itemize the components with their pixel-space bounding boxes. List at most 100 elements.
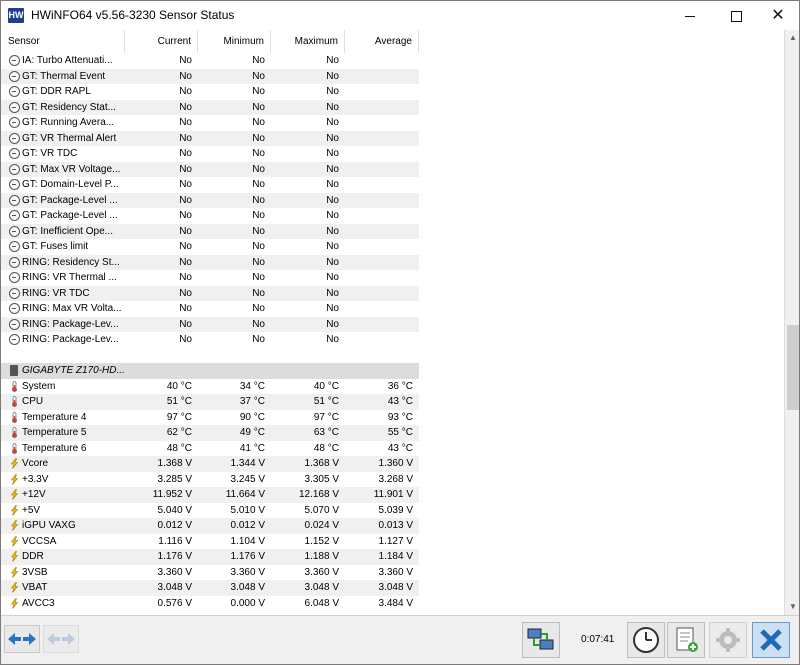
network-button[interactable] — [522, 622, 560, 658]
table-row[interactable]: Temperature 4 97 °C 90 °C 97 °C 93 °C — [1, 410, 419, 426]
maximize-button[interactable] — [715, 1, 757, 30]
table-row[interactable]: GT: VR Thermal Alert No No No — [1, 130, 419, 146]
sensor-name: RING: Residency St... — [22, 256, 120, 268]
column-header-current[interactable]: Current — [125, 30, 198, 53]
current-value: 48 °C — [166, 442, 192, 454]
minimize-button[interactable] — [669, 1, 711, 30]
table-row[interactable]: GT: Running Avera... No No No — [1, 115, 419, 131]
table-row[interactable]: GT: Domain-Level P... No No No — [1, 177, 419, 193]
average-value: 5.039 V — [378, 504, 413, 516]
table-row[interactable]: iGPU VAXG 0.012 V 0.012 V 0.024 V 0.013 V — [1, 518, 419, 534]
thermometer-icon — [12, 427, 17, 438]
maximum-value: No — [326, 163, 339, 175]
close-window-button[interactable]: ✕ — [757, 1, 799, 30]
table-row[interactable]: IA: Turbo Attenuati... No No No — [1, 53, 419, 69]
maximum-value: 0.024 V — [304, 520, 339, 531]
sensor-group-header[interactable]: GIGABYTE Z170-HD... — [1, 363, 419, 379]
current-value: No — [179, 318, 192, 330]
scroll-up-arrow-icon[interactable]: ▲ — [785, 30, 799, 46]
maximum-value: No — [326, 117, 339, 128]
maximum-value: 12.168 V — [298, 489, 339, 500]
table-row[interactable]: GT: Inefficient Ope... No No No — [1, 223, 419, 239]
table-row[interactable]: AVCC3 0.576 V 0.000 V 6.048 V 3.484 V — [1, 596, 419, 612]
minimum-value: No — [252, 287, 265, 299]
current-value: No — [179, 272, 192, 283]
maximum-value: 48 °C — [313, 442, 339, 454]
table-row[interactable]: RING: Package-Lev... No No No — [1, 332, 419, 348]
sensor-name: GT: Package-Level ... — [22, 194, 118, 206]
title-bar[interactable]: HW HWiNFO64 v5.56-3230 Sensor Status ✕ — [1, 1, 799, 30]
circle-minus-icon — [9, 241, 20, 252]
table-row[interactable]: DDR 1.176 V 1.176 V 1.188 V 1.184 V — [1, 549, 419, 565]
sensor-name: 3VSB — [22, 566, 48, 578]
maximum-value: 1.152 V — [304, 535, 339, 547]
maximum-value: No — [326, 86, 339, 97]
minimum-value: No — [252, 272, 265, 283]
next-sensor-button[interactable] — [43, 625, 79, 653]
maximum-value: 3.360 V — [304, 566, 339, 578]
table-row[interactable]: +12V 11.952 V 11.664 V 12.168 V 11.901 V — [1, 487, 419, 503]
table-row[interactable]: RING: Max VR Volta... No No No — [1, 301, 419, 317]
current-value: No — [179, 148, 192, 159]
table-row[interactable]: VBAT 3.048 V 3.048 V 3.048 V 3.048 V — [1, 580, 419, 596]
table-row[interactable]: VCCSA 1.116 V 1.104 V 1.152 V 1.127 V — [1, 534, 419, 550]
table-row[interactable]: GT: Fuses limit No No No — [1, 239, 419, 255]
table-row[interactable]: GT: Package-Level ... No No No — [1, 208, 419, 224]
table-row[interactable]: GT: DDR RAPL No No No — [1, 84, 419, 100]
column-header-average[interactable]: Average — [345, 30, 419, 53]
table-row[interactable]: RING: Residency St... No No No — [1, 254, 419, 270]
column-header-maximum[interactable]: Maximum — [271, 30, 345, 53]
maximum-value: No — [326, 256, 339, 268]
table-row[interactable]: GT: Package-Level ... No No No — [1, 192, 419, 208]
current-value: 11.952 V — [152, 489, 192, 500]
minimum-value: No — [252, 86, 265, 97]
table-row[interactable]: System 40 °C 34 °C 40 °C 36 °C — [1, 379, 419, 395]
sensor-group-name: GIGABYTE Z170-HD... — [22, 365, 125, 376]
table-row[interactable]: +5V 5.040 V 5.010 V 5.070 V 5.039 V — [1, 503, 419, 519]
scroll-down-arrow-icon[interactable]: ▼ — [785, 599, 799, 615]
add-log-icon — [676, 627, 698, 652]
average-value: 93 °C — [387, 411, 413, 423]
sensor-table[interactable]: Sensor Current Minimum Maximum Average I… — [1, 30, 784, 615]
table-row[interactable]: +3.3V 3.285 V 3.245 V 3.305 V 3.268 V — [1, 472, 419, 488]
column-header-sensor[interactable]: Sensor — [1, 30, 125, 53]
column-header-minimum[interactable]: Minimum — [198, 30, 271, 53]
average-value — [345, 115, 419, 131]
table-row[interactable]: Temperature 6 48 °C 41 °C 48 °C 43 °C — [1, 441, 419, 457]
table-row[interactable]: GT: VR TDC No No No — [1, 146, 419, 162]
previous-sensor-button[interactable] — [4, 625, 40, 653]
scrollbar-thumb[interactable] — [787, 325, 799, 410]
table-row[interactable]: Vcore 1.368 V 1.344 V 1.368 V 1.360 V — [1, 456, 419, 472]
minimum-value: No — [252, 101, 265, 113]
table-row[interactable]: GT: Residency Stat... No No No — [1, 99, 419, 115]
table-row[interactable]: GT: Thermal Event No No No — [1, 68, 419, 85]
circle-minus-icon — [9, 117, 20, 128]
reset-timer-button[interactable] — [627, 622, 665, 658]
sensor-name: IA: Turbo Attenuati... — [22, 55, 113, 66]
current-value: 51 °C — [166, 396, 192, 407]
sensor-name: +5V — [22, 504, 41, 516]
thermometer-icon — [12, 442, 17, 454]
current-value: No — [179, 194, 192, 206]
table-row[interactable]: RING: VR TDC No No No — [1, 285, 419, 301]
maximum-value: No — [326, 287, 339, 299]
close-sensors-button[interactable] — [752, 622, 790, 658]
sensor-name: RING: VR Thermal ... — [22, 272, 117, 283]
table-row[interactable]: RING: VR Thermal ... No No No — [1, 270, 419, 286]
minimum-value: No — [252, 70, 265, 82]
vertical-scrollbar[interactable]: ▲ ▼ — [784, 30, 799, 615]
average-value — [345, 69, 419, 85]
minimum-value: 5.010 V — [230, 504, 265, 516]
current-value: No — [179, 303, 192, 314]
table-row[interactable]: 3VSB 3.360 V 3.360 V 3.360 V 3.360 V — [1, 565, 419, 581]
average-value — [345, 317, 419, 333]
table-row[interactable]: RING: Package-Lev... No No No — [1, 316, 419, 333]
settings-button[interactable] — [709, 622, 747, 658]
table-row[interactable]: Temperature 5 62 °C 49 °C 63 °C 55 °C — [1, 425, 419, 441]
minimum-value: No — [252, 132, 265, 144]
circle-minus-icon — [9, 55, 20, 66]
table-row[interactable]: CPU 51 °C 37 °C 51 °C 43 °C — [1, 394, 419, 410]
logging-button[interactable] — [667, 622, 705, 658]
table-row[interactable]: GT: Max VR Voltage... No No No — [1, 161, 419, 177]
sensor-name: AVCC3 — [22, 597, 55, 609]
